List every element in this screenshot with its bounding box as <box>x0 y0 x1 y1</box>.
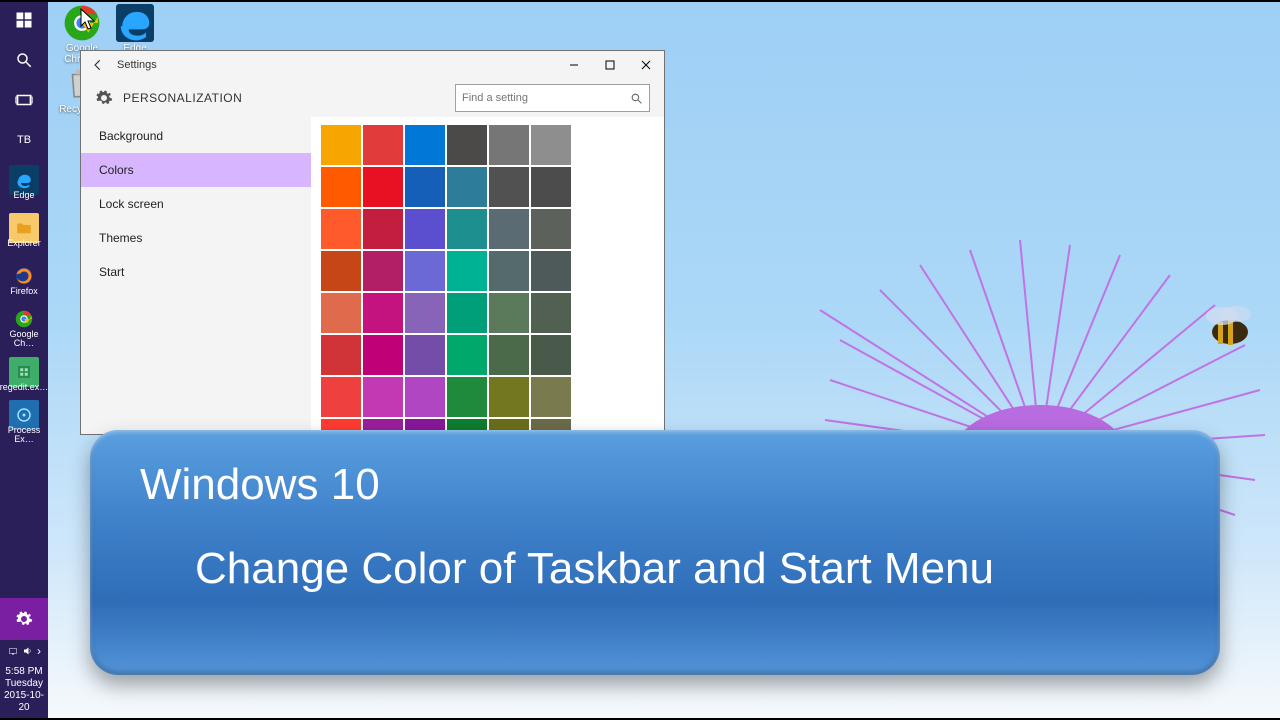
color-swatch-10[interactable] <box>489 167 529 207</box>
color-swatch-27[interactable] <box>447 293 487 333</box>
color-swatch-7[interactable] <box>363 167 403 207</box>
settings-content <box>311 117 664 434</box>
nav-themes[interactable]: Themes <box>81 221 311 255</box>
settings-tile[interactable] <box>0 598 48 640</box>
nav-colors[interactable]: Colors <box>81 153 311 187</box>
gear-icon <box>95 89 113 107</box>
color-swatch-16[interactable] <box>489 209 529 249</box>
maximize-button[interactable] <box>592 51 628 79</box>
tb-text[interactable]: TB <box>0 120 48 160</box>
color-swatch-5[interactable] <box>531 125 571 165</box>
color-swatch-21[interactable] <box>447 251 487 291</box>
color-swatch-36[interactable] <box>321 377 361 417</box>
nav-start[interactable]: Start <box>81 255 311 289</box>
edge-shortcut[interactable]: Edge <box>108 4 162 55</box>
explorer-taskbar[interactable]: Explorer <box>0 208 48 256</box>
color-swatch-15[interactable] <box>447 209 487 249</box>
color-swatch-29[interactable] <box>531 293 571 333</box>
clock-date: 2015-10-20 <box>0 690 48 714</box>
caption-line-2: Change Color of Taskbar and Start Menu <box>140 544 1170 594</box>
color-swatch-3[interactable] <box>447 125 487 165</box>
color-swatch-35[interactable] <box>531 335 571 375</box>
accent-color-grid <box>321 125 654 434</box>
color-swatch-34[interactable] <box>489 335 529 375</box>
color-swatch-37[interactable] <box>363 377 403 417</box>
color-swatch-40[interactable] <box>489 377 529 417</box>
color-swatch-39[interactable] <box>447 377 487 417</box>
search-button[interactable] <box>0 40 48 80</box>
close-button[interactable] <box>628 51 664 79</box>
settings-nav: Background Colors Lock screen Themes Sta… <box>81 117 311 434</box>
color-swatch-20[interactable] <box>405 251 445 291</box>
minimize-button[interactable] <box>556 51 592 79</box>
color-swatch-11[interactable] <box>531 167 571 207</box>
taskview-button[interactable] <box>0 80 48 120</box>
system-tray[interactable]: › <box>0 640 48 662</box>
color-swatch-13[interactable] <box>363 209 403 249</box>
mouse-cursor <box>80 8 98 32</box>
caption-line-1: Windows 10 <box>140 460 1170 510</box>
firefox-taskbar[interactable]: Firefox <box>0 256 48 304</box>
titlebar[interactable]: Settings <box>81 51 664 79</box>
color-swatch-6[interactable] <box>321 167 361 207</box>
tray-overflow-icon[interactable]: › <box>37 644 41 658</box>
color-swatch-9[interactable] <box>447 167 487 207</box>
nav-lockscreen[interactable]: Lock screen <box>81 187 311 221</box>
video-caption-banner: Windows 10 Change Color of Taskbar and S… <box>90 430 1220 675</box>
color-swatch-2[interactable] <box>405 125 445 165</box>
clock-day: Tuesday <box>0 678 48 690</box>
wallpaper-bee <box>1190 300 1260 355</box>
color-swatch-33[interactable] <box>447 335 487 375</box>
page-title: PERSONALIZATION <box>123 91 242 105</box>
color-swatch-22[interactable] <box>489 251 529 291</box>
clock-time: 5:58 PM <box>0 666 48 678</box>
taskbar-clock[interactable]: 5:58 PM Tuesday 2015-10-20 <box>0 662 48 720</box>
color-swatch-14[interactable] <box>405 209 445 249</box>
color-swatch-38[interactable] <box>405 377 445 417</box>
color-swatch-30[interactable] <box>321 335 361 375</box>
nav-background[interactable]: Background <box>81 119 311 153</box>
taskbar: TB Edge Explorer Firefox Google Ch… rege… <box>0 0 48 720</box>
chrome-taskbar[interactable]: Google Ch… <box>0 304 48 352</box>
color-swatch-24[interactable] <box>321 293 361 333</box>
network-icon[interactable] <box>7 645 19 657</box>
color-swatch-25[interactable] <box>363 293 403 333</box>
search-input[interactable] <box>462 92 630 104</box>
edge-taskbar[interactable]: Edge <box>0 160 48 208</box>
regedit-taskbar[interactable]: regedit.ex… <box>0 352 48 400</box>
volume-icon[interactable] <box>22 645 34 657</box>
letterbox-top <box>0 0 1280 2</box>
back-button[interactable] <box>81 51 115 79</box>
color-swatch-19[interactable] <box>363 251 403 291</box>
color-swatch-8[interactable] <box>405 167 445 207</box>
color-swatch-0[interactable] <box>321 125 361 165</box>
procexp-taskbar[interactable]: Process Ex… <box>0 400 48 448</box>
color-swatch-23[interactable] <box>531 251 571 291</box>
color-swatch-1[interactable] <box>363 125 403 165</box>
color-swatch-28[interactable] <box>489 293 529 333</box>
color-swatch-4[interactable] <box>489 125 529 165</box>
color-swatch-32[interactable] <box>405 335 445 375</box>
color-swatch-31[interactable] <box>363 335 403 375</box>
search-box[interactable] <box>455 84 650 112</box>
color-swatch-26[interactable] <box>405 293 445 333</box>
color-swatch-17[interactable] <box>531 209 571 249</box>
color-swatch-41[interactable] <box>531 377 571 417</box>
color-swatch-12[interactable] <box>321 209 361 249</box>
settings-window: Settings PERSONALIZATION Background Colo… <box>80 50 665 435</box>
search-icon <box>630 92 643 105</box>
window-title: Settings <box>115 59 157 71</box>
start-button[interactable] <box>0 0 48 40</box>
color-swatch-18[interactable] <box>321 251 361 291</box>
settings-header: PERSONALIZATION <box>81 79 664 117</box>
